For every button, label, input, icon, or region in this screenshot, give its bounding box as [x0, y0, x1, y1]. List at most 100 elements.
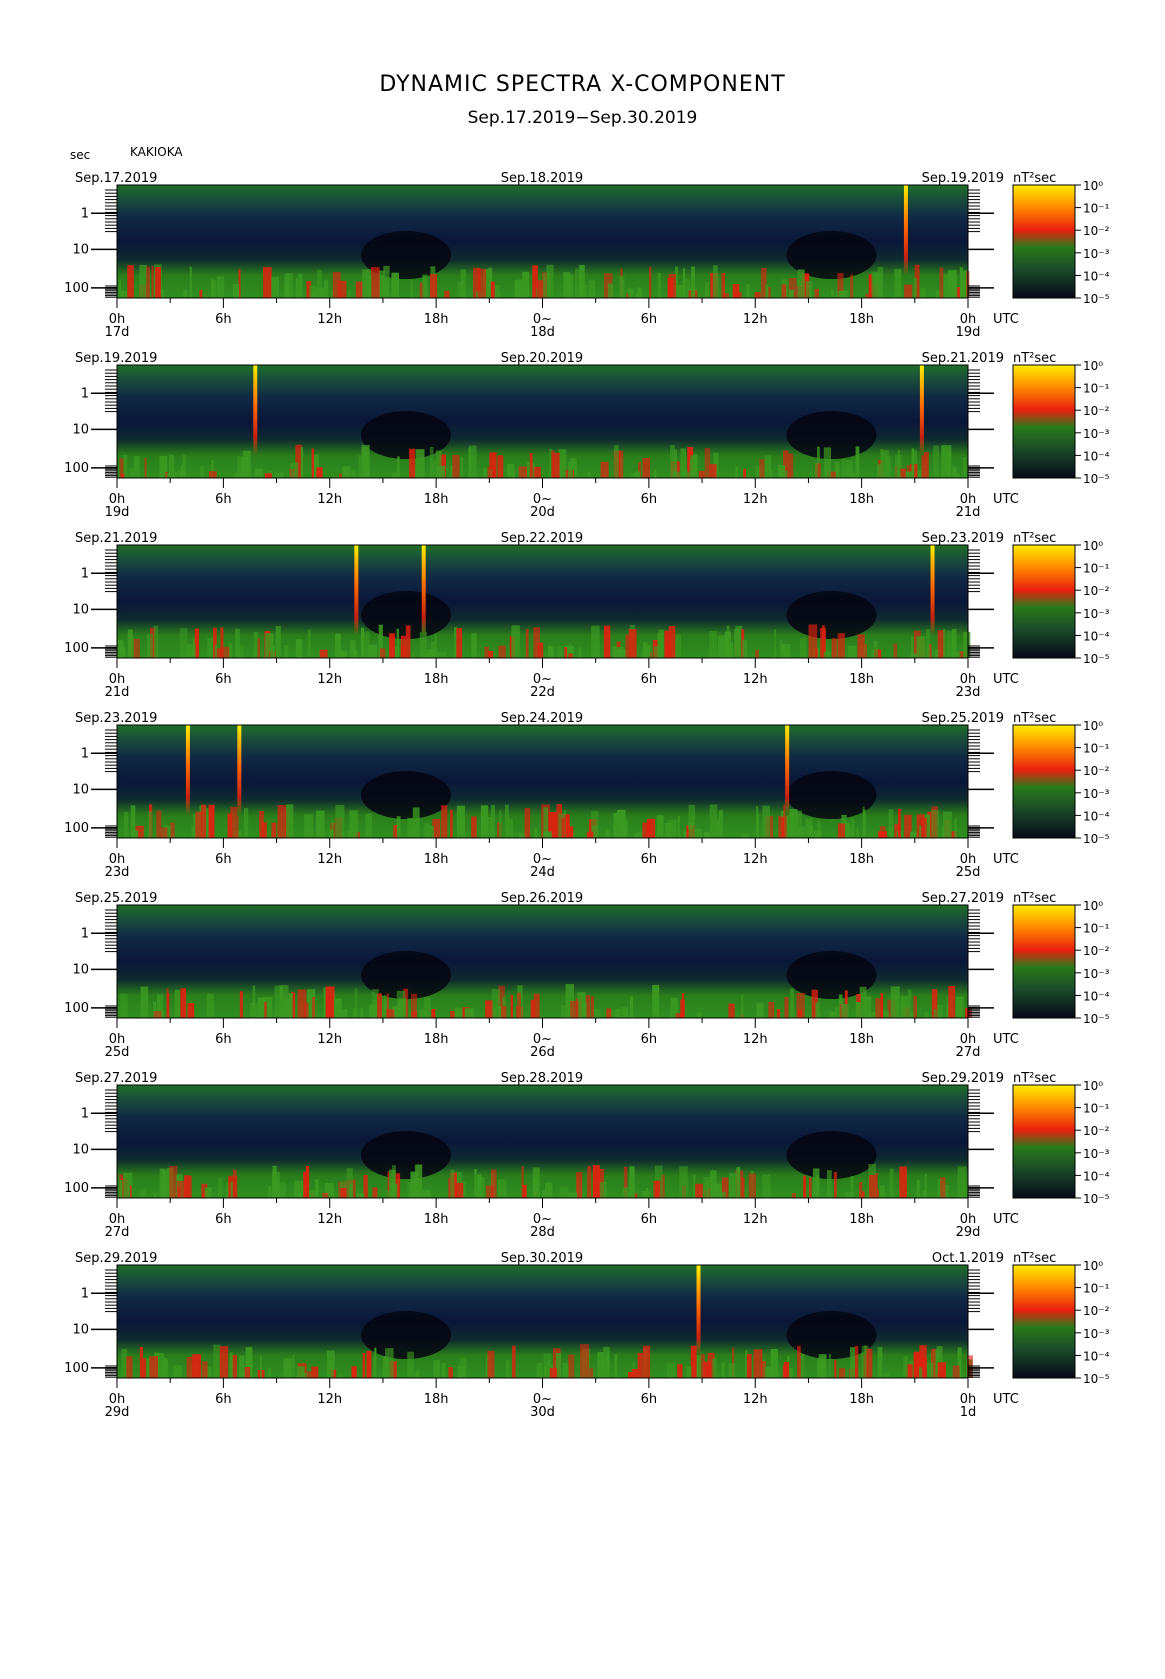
spectral-power-burst: [768, 287, 771, 298]
spectral-power-burst: [348, 289, 351, 298]
spectral-power-burst: [903, 1355, 908, 1378]
day-end-label: 29d: [956, 1225, 981, 1240]
spectral-power-burst: [649, 266, 652, 298]
spectral-power-burst: [368, 276, 372, 298]
spectral-power-burst: [431, 1009, 436, 1018]
spectral-power-burst: [166, 472, 170, 478]
spectral-power-burst: [728, 1363, 736, 1378]
spectral-power-burst: [228, 1176, 231, 1198]
spectral-power-burst: [631, 1369, 639, 1378]
spectral-power-burst: [579, 284, 587, 298]
spectral-power-burst: [954, 819, 958, 838]
spectral-power-burst: [460, 456, 464, 478]
spectral-power-burst: [295, 639, 303, 658]
spectral-power-burst: [954, 651, 961, 658]
spectral-power-burst: [119, 1180, 123, 1198]
spectral-power-burst: [823, 447, 831, 478]
spectral-power-burst: [920, 287, 926, 298]
spectral-power-burst: [119, 993, 128, 1018]
spectral-power-burst: [828, 1354, 831, 1378]
spectral-power-burst: [129, 468, 134, 478]
spectral-power-burst: [637, 1352, 643, 1378]
spectral-power-burst: [372, 1187, 378, 1198]
time-tick-label: 18h: [424, 1392, 449, 1407]
colorbar-tick-label: 10⁻⁴: [1083, 1349, 1110, 1363]
spectral-power-burst: [839, 290, 848, 298]
spectral-power-burst: [742, 639, 748, 658]
spectral-power-burst: [249, 1003, 258, 1018]
spectral-power-burst: [335, 805, 345, 838]
colorbar-tick-label: 10⁻¹: [1083, 1282, 1110, 1296]
spectral-power-burst: [818, 1354, 827, 1378]
colorbar-tick-label: 10⁻⁵: [1083, 472, 1110, 486]
spectral-power-burst: [888, 809, 894, 838]
time-tick-label: 18h: [849, 312, 874, 327]
spectral-power-burst: [919, 825, 922, 838]
colorbar-tick-label: 10⁻³: [1083, 967, 1110, 981]
spectral-power-burst: [552, 452, 560, 478]
utc-label: UTC: [993, 1392, 1019, 1407]
spectral-power-burst: [597, 1352, 604, 1378]
spectral-power-burst: [625, 634, 630, 658]
spectral-power-burst: [831, 638, 837, 658]
colorbar-tick-label: 10⁻³: [1083, 1327, 1110, 1341]
spectral-power-burst: [305, 1165, 310, 1198]
day-start-label: 21d: [105, 685, 130, 700]
spectral-power-burst: [563, 272, 571, 298]
panel-start-date: Sep.17.2019: [75, 171, 157, 186]
spectral-power-burst: [916, 636, 926, 658]
day-mid-label: 22d: [530, 685, 555, 700]
spectral-power-burst: [524, 808, 531, 838]
spectral-power-burst: [642, 1345, 651, 1378]
spectral-power-burst: [884, 1372, 890, 1378]
spectral-power-burst: [510, 994, 513, 1018]
spectral-power-burst: [148, 811, 152, 838]
spectral-power-burst: [533, 1178, 538, 1198]
time-tick-label: 12h: [743, 1392, 768, 1407]
spectral-power-burst: [652, 985, 660, 1018]
spectral-power-burst: [952, 1365, 960, 1378]
spectral-power-burst: [183, 290, 188, 298]
spectral-power-burst: [688, 804, 696, 838]
spectral-power-burst: [436, 465, 446, 478]
spectral-power-burst: [512, 1345, 516, 1378]
spectral-power-burst: [354, 988, 358, 1018]
spectral-power-burst: [898, 808, 901, 838]
day-mid-label: 28d: [530, 1225, 555, 1240]
spectral-power-burst: [534, 828, 538, 838]
time-tick-label: 18h: [424, 312, 449, 327]
day-start-label: 29d: [105, 1405, 130, 1420]
colorbar-unit-label: nT²sec: [1013, 711, 1056, 726]
spectral-power-burst: [155, 267, 161, 298]
spectral-power-burst: [879, 826, 886, 838]
spectral-power-burst: [940, 1177, 946, 1198]
spectral-power-burst: [339, 1373, 343, 1378]
day-start-label: 17d: [105, 325, 130, 340]
spectral-power-burst: [628, 629, 637, 658]
spectra-panel-2: Sep.19.2019 Sep.20.2019 Sep.21.2019 nT²sec 1…: [64, 351, 1109, 520]
spectral-power-burst: [307, 629, 311, 658]
period-tick-label: 100: [64, 641, 89, 656]
spectral-power-burst: [518, 466, 527, 478]
spectral-power-burst: [521, 1166, 524, 1198]
colorbar-unit-label: nT²sec: [1013, 351, 1056, 366]
spectral-power-burst: [897, 449, 900, 478]
spectral-power-burst: [294, 462, 299, 478]
day-start-label: 19d: [105, 505, 130, 520]
spectral-power-burst: [542, 273, 546, 298]
spectral-power-burst: [704, 831, 710, 838]
spectral-power-burst: [605, 829, 610, 838]
spectral-power-burst: [673, 449, 678, 478]
spectral-power-burst: [322, 1192, 329, 1198]
spectral-power-burst: [756, 806, 759, 838]
colorbar-tick-label: 10⁻¹: [1083, 382, 1110, 396]
utc-label: UTC: [993, 852, 1019, 867]
spectral-power-burst: [568, 653, 573, 658]
colorbar: [1012, 724, 1076, 839]
spectral-power-burst: [275, 1183, 281, 1198]
spectral-power-burst: [167, 992, 170, 1018]
spectral-power-burst: [448, 1367, 453, 1378]
spectral-power-burst: [189, 266, 192, 298]
spectral-power-burst: [679, 1166, 688, 1198]
spectral-power-burst: [365, 813, 373, 838]
